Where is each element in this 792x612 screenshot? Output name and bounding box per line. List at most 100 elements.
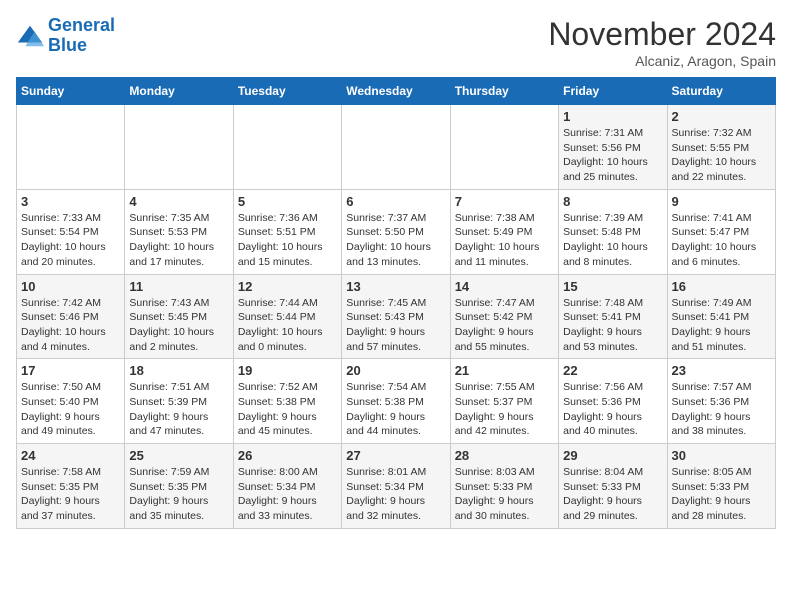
day-number: 2 (672, 109, 771, 124)
calendar-cell (17, 105, 125, 190)
day-info: Sunrise: 7:49 AM Sunset: 5:41 PM Dayligh… (672, 296, 771, 355)
day-number: 29 (563, 448, 662, 463)
calendar-cell: 3Sunrise: 7:33 AM Sunset: 5:54 PM Daylig… (17, 189, 125, 274)
weekday-header-friday: Friday (559, 78, 667, 105)
day-number: 18 (129, 363, 228, 378)
day-number: 8 (563, 194, 662, 209)
day-number: 22 (563, 363, 662, 378)
calendar-cell: 25Sunrise: 7:59 AM Sunset: 5:35 PM Dayli… (125, 444, 233, 529)
day-info: Sunrise: 7:35 AM Sunset: 5:53 PM Dayligh… (129, 211, 228, 270)
calendar-cell: 22 Sunrise: 7:56 AM Sunset: 5:36 PM Dayli… (559, 359, 667, 444)
day-number: 11 (129, 279, 228, 294)
day-number: 5 (238, 194, 337, 209)
day-number: 27 (346, 448, 445, 463)
calendar-cell: 2 Sunrise: 7:32 AM Sunset: 5:55 PM Daylig… (667, 105, 775, 190)
calendar-week-row: 1 Sunrise: 7:31 AM Sunset: 5:56 PM Daylig… (17, 105, 776, 190)
calendar-cell: 4Sunrise: 7:35 AM Sunset: 5:53 PM Daylig… (125, 189, 233, 274)
day-info: Sunrise: 7:39 AM Sunset: 5:48 PM Dayligh… (563, 211, 662, 270)
calendar-week-row: 24 Sunrise: 7:58 AM Sunset: 5:35 PM Dayli… (17, 444, 776, 529)
calendar-cell: 23Sunrise: 7:57 AM Sunset: 5:36 PM Dayli… (667, 359, 775, 444)
calendar-cell (450, 105, 558, 190)
day-info: Sunrise: 7:51 AM Sunset: 5:39 PM Dayligh… (129, 380, 228, 439)
day-info: Sunrise: 7:58 AM Sunset: 5:35 PM Dayligh… (21, 465, 120, 524)
day-info: Sunrise: 7:32 AM Sunset: 5:55 PM Dayligh… (672, 126, 771, 185)
calendar-cell: 18 Sunrise: 7:51 AM Sunset: 5:39 PM Dayli… (125, 359, 233, 444)
day-number: 7 (455, 194, 554, 209)
page-header: General Blue November 2024 Alcaniz, Arag… (16, 16, 776, 69)
day-info: Sunrise: 8:04 AM Sunset: 5:33 PM Dayligh… (563, 465, 662, 524)
day-number: 21 (455, 363, 554, 378)
day-number: 14 (455, 279, 554, 294)
day-number: 1 (563, 109, 662, 124)
day-info: Sunrise: 8:01 AM Sunset: 5:34 PM Dayligh… (346, 465, 445, 524)
calendar-cell: 16 Sunrise: 7:49 AM Sunset: 5:41 PM Dayli… (667, 274, 775, 359)
day-info: Sunrise: 7:52 AM Sunset: 5:38 PM Dayligh… (238, 380, 337, 439)
calendar-cell: 26 Sunrise: 8:00 AM Sunset: 5:34 PM Dayli… (233, 444, 341, 529)
logo-text: General Blue (48, 16, 115, 56)
calendar-cell: 30 Sunrise: 8:05 AM Sunset: 5:33 PM Dayli… (667, 444, 775, 529)
calendar-cell: 28 Sunrise: 8:03 AM Sunset: 5:33 PM Dayli… (450, 444, 558, 529)
logo-icon (16, 22, 44, 50)
calendar-cell: 8 Sunrise: 7:39 AM Sunset: 5:48 PM Daylig… (559, 189, 667, 274)
weekday-header-monday: Monday (125, 78, 233, 105)
day-info: Sunrise: 7:47 AM Sunset: 5:42 PM Dayligh… (455, 296, 554, 355)
day-info: Sunrise: 7:59 AM Sunset: 5:35 PM Dayligh… (129, 465, 228, 524)
day-number: 10 (21, 279, 120, 294)
day-number: 9 (672, 194, 771, 209)
calendar-table: SundayMondayTuesdayWednesdayThursdayFrid… (16, 77, 776, 529)
calendar-cell: 9 Sunrise: 7:41 AM Sunset: 5:47 PM Daylig… (667, 189, 775, 274)
day-info: Sunrise: 7:41 AM Sunset: 5:47 PM Dayligh… (672, 211, 771, 270)
weekday-header-saturday: Saturday (667, 78, 775, 105)
day-info: Sunrise: 7:31 AM Sunset: 5:56 PM Dayligh… (563, 126, 662, 185)
day-info: Sunrise: 7:48 AM Sunset: 5:41 PM Dayligh… (563, 296, 662, 355)
calendar-week-row: 10 Sunrise: 7:42 AM Sunset: 5:46 PM Dayli… (17, 274, 776, 359)
month-title: November 2024 (548, 16, 776, 53)
weekday-header-sunday: Sunday (17, 78, 125, 105)
day-info: Sunrise: 7:37 AM Sunset: 5:50 PM Dayligh… (346, 211, 445, 270)
day-info: Sunrise: 7:50 AM Sunset: 5:40 PM Dayligh… (21, 380, 120, 439)
day-info: Sunrise: 7:36 AM Sunset: 5:51 PM Dayligh… (238, 211, 337, 270)
day-number: 19 (238, 363, 337, 378)
calendar-cell: 14 Sunrise: 7:47 AM Sunset: 5:42 PM Dayli… (450, 274, 558, 359)
day-info: Sunrise: 7:45 AM Sunset: 5:43 PM Dayligh… (346, 296, 445, 355)
calendar-cell: 11Sunrise: 7:43 AM Sunset: 5:45 PM Dayli… (125, 274, 233, 359)
day-number: 13 (346, 279, 445, 294)
calendar-cell: 29 Sunrise: 8:04 AM Sunset: 5:33 PM Dayli… (559, 444, 667, 529)
day-info: Sunrise: 7:54 AM Sunset: 5:38 PM Dayligh… (346, 380, 445, 439)
calendar-cell: 13 Sunrise: 7:45 AM Sunset: 5:43 PM Dayli… (342, 274, 450, 359)
calendar-cell: 17 Sunrise: 7:50 AM Sunset: 5:40 PM Dayli… (17, 359, 125, 444)
calendar-cell: 5 Sunrise: 7:36 AM Sunset: 5:51 PM Daylig… (233, 189, 341, 274)
day-info: Sunrise: 7:42 AM Sunset: 5:46 PM Dayligh… (21, 296, 120, 355)
calendar-week-row: 17 Sunrise: 7:50 AM Sunset: 5:40 PM Dayli… (17, 359, 776, 444)
day-number: 30 (672, 448, 771, 463)
day-number: 28 (455, 448, 554, 463)
day-number: 16 (672, 279, 771, 294)
calendar-cell: 10 Sunrise: 7:42 AM Sunset: 5:46 PM Dayli… (17, 274, 125, 359)
logo-line1: General (48, 15, 115, 35)
weekday-header-row: SundayMondayTuesdayWednesdayThursdayFrid… (17, 78, 776, 105)
day-info: Sunrise: 7:38 AM Sunset: 5:49 PM Dayligh… (455, 211, 554, 270)
day-number: 15 (563, 279, 662, 294)
day-number: 17 (21, 363, 120, 378)
calendar-cell: 19 Sunrise: 7:52 AM Sunset: 5:38 PM Dayli… (233, 359, 341, 444)
calendar-cell: 27 Sunrise: 8:01 AM Sunset: 5:34 PM Dayli… (342, 444, 450, 529)
day-number: 3 (21, 194, 120, 209)
calendar-cell: 6 Sunrise: 7:37 AM Sunset: 5:50 PM Daylig… (342, 189, 450, 274)
calendar-cell: 1 Sunrise: 7:31 AM Sunset: 5:56 PM Daylig… (559, 105, 667, 190)
calendar-cell: 21Sunrise: 7:55 AM Sunset: 5:37 PM Dayli… (450, 359, 558, 444)
day-info: Sunrise: 8:00 AM Sunset: 5:34 PM Dayligh… (238, 465, 337, 524)
calendar-cell (233, 105, 341, 190)
day-number: 20 (346, 363, 445, 378)
day-number: 26 (238, 448, 337, 463)
logo-line2: Blue (48, 35, 87, 55)
day-number: 6 (346, 194, 445, 209)
calendar-week-row: 3Sunrise: 7:33 AM Sunset: 5:54 PM Daylig… (17, 189, 776, 274)
day-info: Sunrise: 8:05 AM Sunset: 5:33 PM Dayligh… (672, 465, 771, 524)
day-info: Sunrise: 8:03 AM Sunset: 5:33 PM Dayligh… (455, 465, 554, 524)
day-info: Sunrise: 7:56 AM Sunset: 5:36 PM Dayligh… (563, 380, 662, 439)
day-number: 24 (21, 448, 120, 463)
calendar-cell: 20 Sunrise: 7:54 AM Sunset: 5:38 PM Dayli… (342, 359, 450, 444)
logo: General Blue (16, 16, 115, 56)
title-block: November 2024 Alcaniz, Aragon, Spain (548, 16, 776, 69)
weekday-header-wednesday: Wednesday (342, 78, 450, 105)
